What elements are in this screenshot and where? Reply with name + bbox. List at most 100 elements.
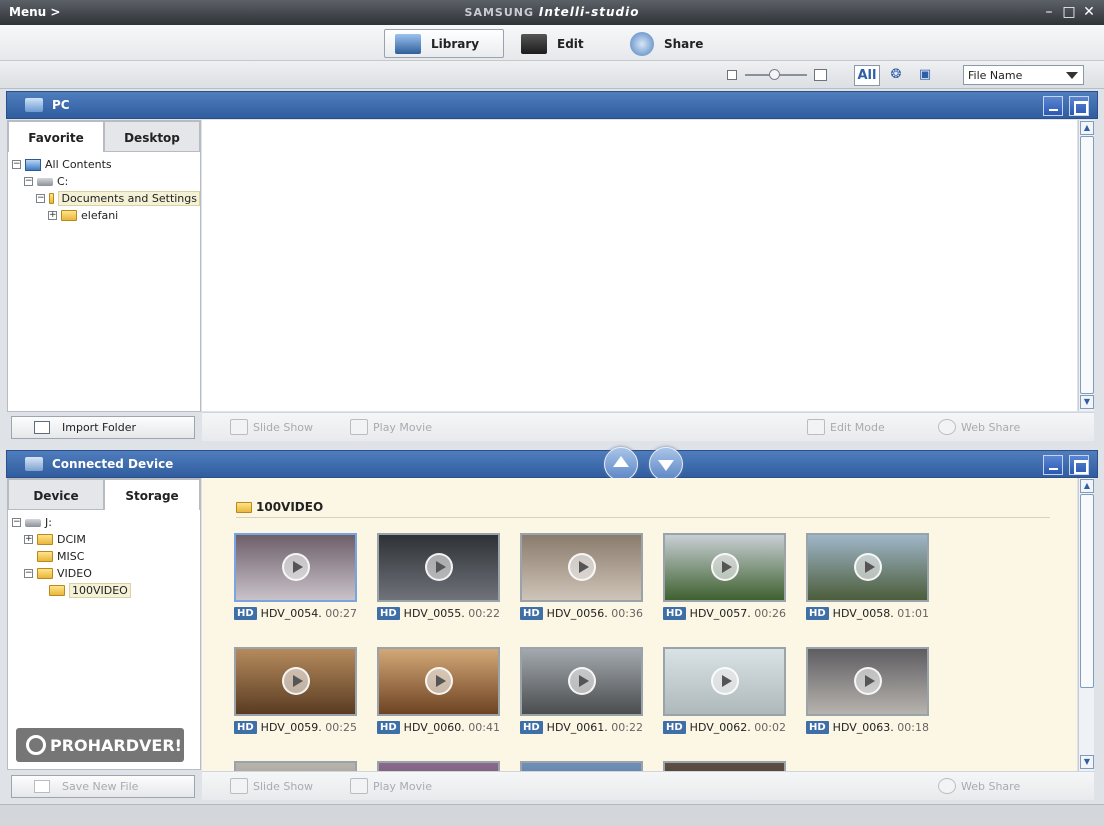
play-icon[interactable] <box>568 553 596 581</box>
tree-item[interactable]: MISC <box>10 548 200 565</box>
play-icon[interactable] <box>711 667 739 695</box>
group-view-icon[interactable]: ❂ <box>883 65 909 86</box>
tab-storage[interactable]: Storage <box>104 479 200 510</box>
video-thumbnail[interactable]: HD HDV_0055. 00:22 <box>377 533 500 620</box>
tab-device[interactable]: Device <box>8 479 104 510</box>
video-preview[interactable] <box>377 647 500 716</box>
zoom-slider-handle[interactable] <box>769 69 780 80</box>
mode-tab-label: Library <box>431 36 480 51</box>
partial-thumbnail[interactable] <box>520 761 643 771</box>
pc-web-share-button[interactable]: Web Share <box>938 419 1020 435</box>
play-movie-icon <box>350 778 368 794</box>
video-thumbnail[interactable]: HD HDV_0062. 00:02 <box>663 647 786 734</box>
collapse-icon[interactable]: − <box>12 518 21 527</box>
expand-icon[interactable]: + <box>24 535 33 544</box>
small-thumbnail-icon[interactable] <box>727 70 737 80</box>
collapse-icon[interactable]: − <box>24 569 33 578</box>
tree-item[interactable]: − VIDEO <box>10 565 200 582</box>
arrow-down-icon <box>658 460 674 471</box>
device-panel-minimize-button[interactable] <box>1043 455 1063 475</box>
play-icon[interactable] <box>854 553 882 581</box>
video-thumbnail[interactable]: HD HDV_0059. 00:25 <box>234 647 357 734</box>
tree-item[interactable]: 100VIDEO <box>10 582 200 599</box>
mode-tab-label: Share <box>664 36 704 51</box>
minimize-window-icon[interactable]: – <box>1040 3 1058 21</box>
close-window-icon[interactable]: ✕ <box>1080 3 1098 21</box>
partial-thumbnail[interactable] <box>234 761 357 771</box>
pc-panel-maximize-button[interactable] <box>1069 96 1089 116</box>
save-new-file-button[interactable]: Save New File <box>11 775 195 798</box>
play-icon[interactable] <box>425 553 453 581</box>
video-thumbnail[interactable]: HD HDV_0061. 00:22 <box>520 647 643 734</box>
collapse-icon[interactable]: − <box>24 177 33 186</box>
folder-title: 100VIDEO <box>256 500 324 514</box>
partial-thumbnail[interactable] <box>663 761 786 771</box>
pc-edit-mode-button[interactable]: Edit Mode <box>807 419 885 435</box>
device-panel-maximize-button[interactable] <box>1069 455 1089 475</box>
move-up-button[interactable] <box>604 447 638 481</box>
video-preview[interactable] <box>520 533 643 602</box>
scroll-thumb[interactable] <box>1080 494 1094 688</box>
video-thumbnail[interactable]: HD HDV_0056. 00:36 <box>520 533 643 620</box>
sort-dropdown[interactable]: File Name <box>963 65 1084 85</box>
video-preview[interactable] <box>806 533 929 602</box>
video-preview[interactable] <box>663 647 786 716</box>
import-folder-button[interactable]: Import Folder <box>11 416 195 439</box>
tree-item[interactable]: − C: <box>10 173 200 190</box>
tab-desktop[interactable]: Desktop <box>104 121 200 152</box>
play-icon[interactable] <box>282 553 310 581</box>
device-slide-show-button[interactable]: Slide Show <box>230 778 313 794</box>
mode-tab-edit[interactable]: Edit <box>511 29 611 58</box>
video-preview[interactable] <box>234 647 357 716</box>
import-folder-icon <box>34 421 50 434</box>
mode-tab-library[interactable]: Library <box>384 29 504 58</box>
pc-scrollbar[interactable]: ▲ ▼ <box>1078 120 1094 411</box>
video-thumbnail[interactable]: HD HDV_0063. 00:18 <box>806 647 929 734</box>
play-icon[interactable] <box>568 667 596 695</box>
pc-slide-show-button[interactable]: Slide Show <box>230 419 313 435</box>
scroll-down-icon[interactable]: ▼ <box>1080 395 1094 409</box>
video-thumbnail[interactable]: HD HDV_0058. 01:01 <box>806 533 929 620</box>
video-thumbnail[interactable]: HD HDV_0060. 00:41 <box>377 647 500 734</box>
drive-icon <box>37 177 53 186</box>
play-icon[interactable] <box>854 667 882 695</box>
video-thumbnail[interactable]: HD HDV_0054. 00:27 <box>234 533 357 620</box>
video-preview[interactable] <box>663 533 786 602</box>
large-thumbnail-icon[interactable] <box>814 69 827 81</box>
video-preview[interactable] <box>377 533 500 602</box>
partial-thumbnail[interactable] <box>377 761 500 771</box>
video-preview[interactable] <box>520 647 643 716</box>
tab-favorite[interactable]: Favorite <box>8 121 104 152</box>
person-view-icon[interactable]: ▣ <box>912 65 938 86</box>
expand-icon[interactable]: + <box>48 211 57 220</box>
pc-content-area[interactable] <box>202 120 1077 411</box>
collapse-icon[interactable]: − <box>12 160 21 169</box>
scroll-up-icon[interactable]: ▲ <box>1080 479 1094 493</box>
video-thumbnail[interactable]: HD HDV_0057. 00:26 <box>663 533 786 620</box>
maximize-window-icon[interactable]: □ <box>1060 3 1078 21</box>
play-icon[interactable] <box>282 667 310 695</box>
tree-item-label: Documents and Settings <box>58 191 200 206</box>
play-icon[interactable] <box>425 667 453 695</box>
video-preview[interactable] <box>806 647 929 716</box>
device-play-movie-button[interactable]: Play Movie <box>350 778 432 794</box>
tree-item[interactable]: − J: <box>10 514 200 531</box>
play-icon[interactable] <box>711 553 739 581</box>
scroll-thumb[interactable] <box>1080 136 1094 394</box>
mode-tab-share[interactable]: Share <box>620 29 730 58</box>
tree-item[interactable]: − Documents and Settings <box>10 190 200 207</box>
view-all-button[interactable]: All <box>854 65 880 86</box>
device-web-share-button[interactable]: Web Share <box>938 778 1020 794</box>
tree-item[interactable]: − All Contents <box>10 156 200 173</box>
video-preview[interactable] <box>234 533 357 602</box>
tree-item[interactable]: + DCIM <box>10 531 200 548</box>
scroll-up-icon[interactable]: ▲ <box>1080 121 1094 135</box>
tree-item[interactable]: + elefani <box>10 207 200 224</box>
video-caption: HD HDV_0054. 00:27 <box>234 607 357 620</box>
pc-panel-minimize-button[interactable] <box>1043 96 1063 116</box>
pc-play-movie-button[interactable]: Play Movie <box>350 419 432 435</box>
scroll-down-icon[interactable]: ▼ <box>1080 755 1094 769</box>
device-scrollbar[interactable]: ▲ ▼ <box>1078 478 1094 771</box>
collapse-icon[interactable]: − <box>36 194 45 203</box>
move-down-button[interactable] <box>649 447 683 481</box>
